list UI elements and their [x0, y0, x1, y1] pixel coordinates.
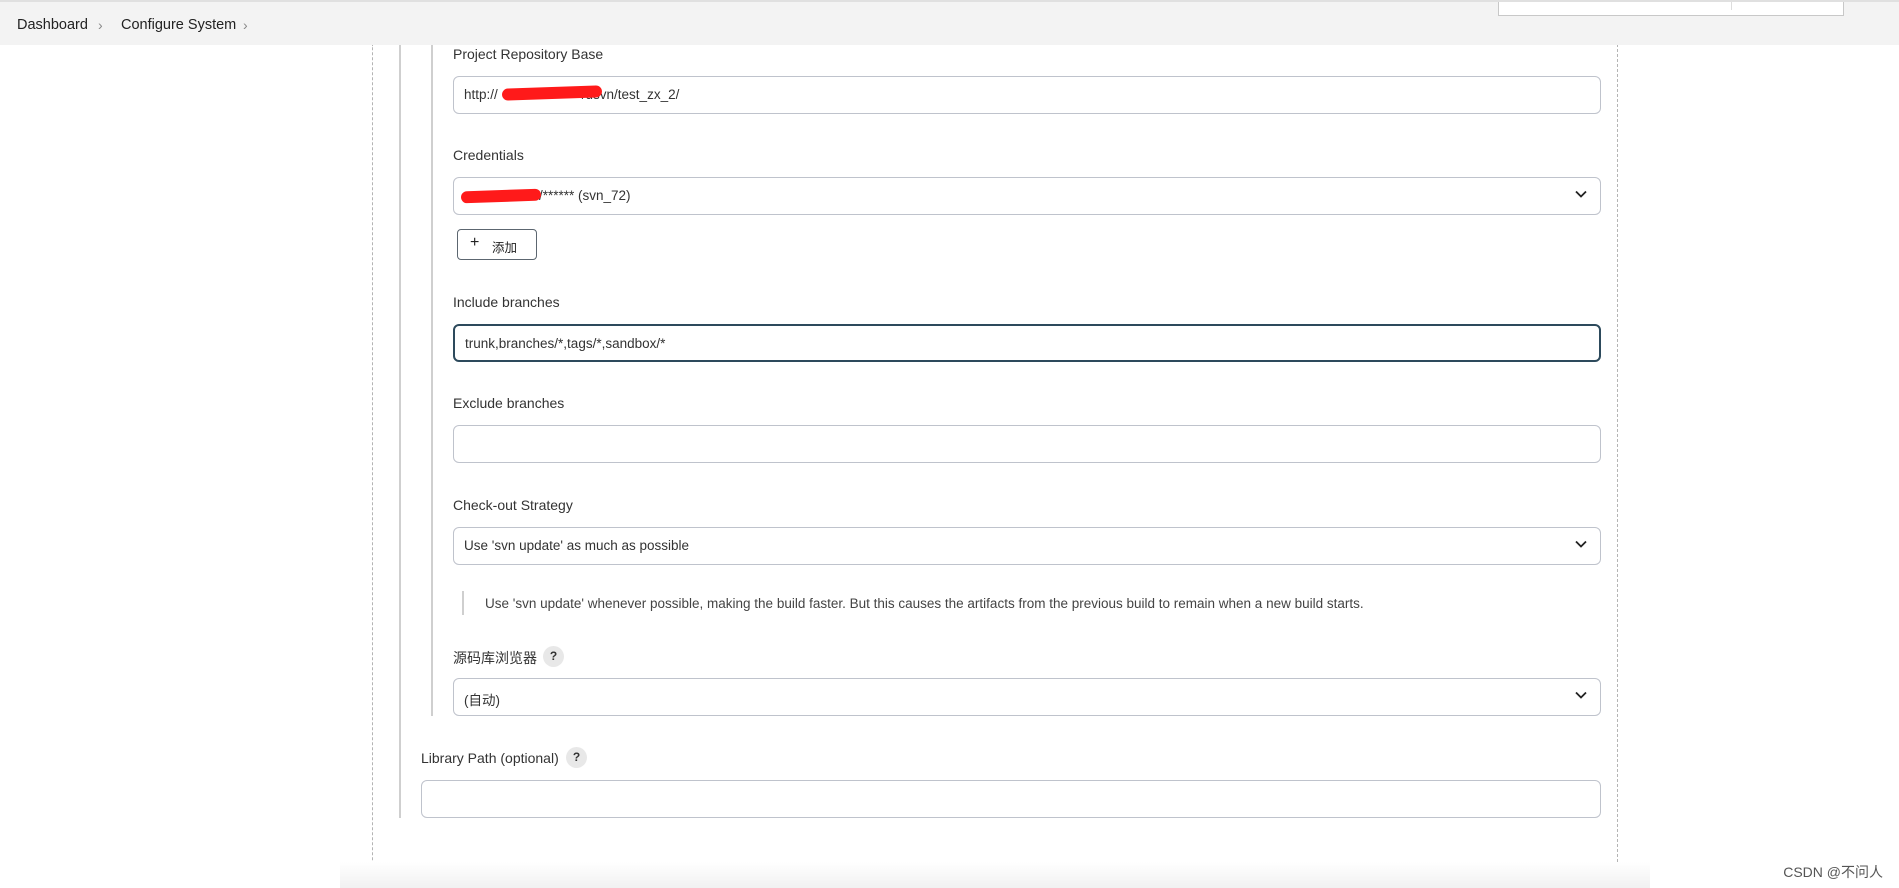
watermark: CSDN @不问人 [1783, 864, 1883, 880]
chevron-right-icon[interactable]: › [243, 17, 248, 33]
chevron-down-icon [1575, 540, 1587, 548]
library-path-label: Library Path (optional) [421, 750, 559, 766]
library-path-input[interactable] [421, 780, 1601, 818]
credentials-label: Credentials [453, 147, 524, 163]
repo-base-input[interactable]: http:///usvn/test_zx_2/ [453, 76, 1601, 114]
repo-browser-value: (自动) [464, 693, 500, 708]
checkout-strategy-select[interactable]: Use 'svn update' as much as possible [453, 527, 1601, 565]
nesting-line-outer [399, 45, 401, 818]
exclude-branches-label: Exclude branches [453, 395, 565, 411]
bottom-shadow [340, 862, 1650, 888]
include-branches-label: Include branches [453, 294, 560, 310]
breadcrumb-dashboard[interactable]: Dashboard [17, 17, 88, 33]
exclude-branches-input[interactable] [453, 425, 1601, 463]
plus-icon: + [470, 234, 480, 251]
chevron-right-icon: › [98, 17, 103, 33]
checkout-strategy-description: Use 'svn update' whenever possible, maki… [485, 596, 1364, 611]
checkout-strategy-label: Check-out Strategy [453, 497, 573, 513]
repo-browser-label: 源码库浏览器 [453, 650, 537, 666]
include-branches-input[interactable]: trunk,branches/*,tags/*,sandbox/* [453, 324, 1601, 362]
add-button-label: 添加 [492, 241, 518, 255]
include-branches-value: trunk,branches/*,tags/*,sandbox/* [465, 336, 666, 351]
description-bar [462, 591, 464, 615]
help-icon[interactable]: ? [566, 747, 587, 768]
help-icon[interactable]: ? [543, 646, 564, 667]
add-credentials-button[interactable]: + 添加 [457, 229, 537, 260]
chevron-down-icon [1575, 190, 1587, 198]
repo-base-label: Project Repository Base [453, 46, 604, 62]
breadcrumb-configure-system[interactable]: Configure System [121, 17, 236, 33]
repo-base-value-prefix: http:// [464, 87, 498, 102]
chevron-down-icon [1575, 691, 1587, 699]
popup-panel [1498, 2, 1844, 16]
top-bar: Dashboard › Configure System › [0, 0, 1899, 45]
credentials-value: /****** (svn_72) [539, 188, 631, 203]
repo-browser-select[interactable]: (自动) [453, 678, 1601, 716]
checkout-strategy-value: Use 'svn update' as much as possible [464, 538, 690, 553]
nesting-line-inner [431, 45, 433, 716]
credentials-select[interactable]: /****** (svn_72) [453, 177, 1601, 215]
